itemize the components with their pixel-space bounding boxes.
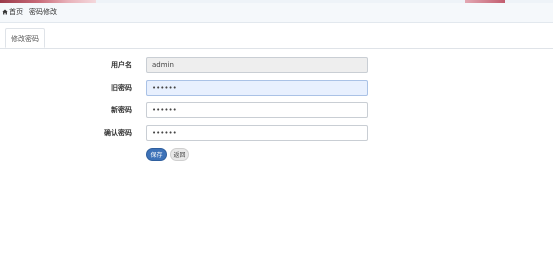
new-password-row: 新密码 — [0, 102, 553, 118]
username-row: 用户名 — [0, 57, 553, 73]
home-icon — [2, 9, 8, 15]
old-password-label: 旧密码 — [111, 84, 132, 92]
confirm-password-label: 确认密码 — [104, 129, 132, 137]
new-password-label: 新密码 — [111, 106, 132, 114]
save-button[interactable]: 保存 — [146, 148, 167, 161]
username-label: 用户名 — [111, 61, 132, 69]
tab-bar: 修改密码 — [0, 28, 553, 49]
back-button[interactable]: 返回 — [170, 148, 189, 161]
breadcrumb-current: 密码修改 — [29, 8, 57, 16]
new-password-field[interactable] — [146, 102, 368, 118]
confirm-password-row: 确认密码 — [0, 125, 553, 141]
tab-change-password[interactable]: 修改密码 — [5, 28, 45, 48]
old-password-field[interactable] — [146, 80, 368, 96]
old-password-row: 旧密码 — [0, 80, 553, 96]
breadcrumb-home[interactable]: 首页 — [2, 3, 23, 22]
confirm-password-field[interactable] — [146, 125, 368, 141]
breadcrumb-separator: / — [21, 8, 24, 16]
breadcrumb: 首页 / 密码修改 — [0, 3, 553, 23]
username-field[interactable] — [146, 57, 368, 73]
